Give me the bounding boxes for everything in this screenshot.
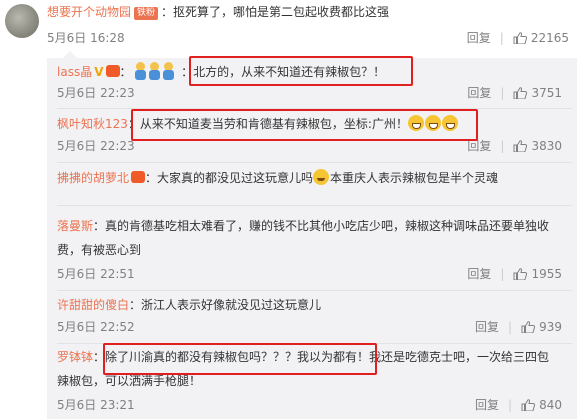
reply-meta-6: 5月6日 23:21 回复 | 840 <box>57 398 562 412</box>
reply-button[interactable]: 回复 <box>475 320 499 334</box>
reply-item-4: 落曼斯：真的肯德基吃相太难看了，赚的钱不比其他小吃店少吧，辣椒这种调味品还要单独… <box>57 214 572 238</box>
reply-button[interactable]: 回复 <box>467 139 491 153</box>
reply-time: 5月6日 22:52 <box>57 320 135 334</box>
reply-button[interactable]: 回复 <box>467 267 491 281</box>
reply-username[interactable]: 拂拂的胡萝北 <box>57 171 129 185</box>
like-count: 1955 <box>531 267 562 281</box>
thumbs-up-icon <box>521 321 536 333</box>
thumbs-up-icon <box>513 140 528 152</box>
reply-button[interactable]: 回复 <box>467 31 491 45</box>
figure-emoji-icon <box>149 62 161 80</box>
crown-icon <box>105 65 120 77</box>
reply-item-5: 许甜甜的傻白：浙江人表示好像就没见过这玩意儿 <box>57 293 572 317</box>
avatar[interactable] <box>5 4 39 38</box>
reply-username[interactable]: 枫叶知秋123 <box>57 117 128 131</box>
divider <box>57 205 572 206</box>
main-comment-username[interactable]: 想要开个动物园 <box>47 5 131 19</box>
like-button[interactable]: 1955 <box>513 267 562 281</box>
like-count: 840 <box>539 398 562 412</box>
divider <box>57 162 572 163</box>
reply-text: ：大家真的都没见过这玩意儿吗 <box>145 171 314 185</box>
reply-username[interactable]: 落曼斯 <box>57 219 93 233</box>
smile-emoji-icon <box>313 169 330 185</box>
highlight-box <box>189 56 413 86</box>
thumbs-up-icon <box>513 268 528 280</box>
reply-button[interactable]: 回复 <box>475 398 499 412</box>
reply-time: 5月6日 22:23 <box>57 86 135 100</box>
reply-username[interactable]: lass晶 <box>57 65 92 79</box>
reply-meta-4: 5月6日 22:51 回复 | 1955 <box>57 267 562 281</box>
reply-username[interactable]: 许甜甜的傻白 <box>57 298 129 312</box>
reply-text-continued: 费，有被恶心到 <box>57 243 142 257</box>
reply-text: ：真的肯德基吃相太难看了，赚的钱不比其他小吃店少吧，辣椒这种调味品还要单独收 <box>93 219 550 233</box>
reply-text: ：浙江人表示好像就没见过这玩意儿 <box>129 298 322 312</box>
thumbs-up-icon <box>521 399 536 411</box>
figure-emoji-icon <box>135 62 147 80</box>
reply-time: 5月6日 23:21 <box>57 398 135 412</box>
reply-item-4-cont: 费，有被恶心到 <box>57 238 572 262</box>
figure-emoji-icon <box>163 62 175 80</box>
main-comment-text: ：抠死算了，哪怕是第二包起收费都比这强 <box>161 5 390 19</box>
reply-panel-pointer <box>63 51 77 58</box>
crown-icon <box>131 171 146 183</box>
main-comment-time: 5月6日 16:28 <box>47 31 125 45</box>
reply-text-continued: 辣椒包，可以洒满手枪腿！ <box>57 374 202 388</box>
reply-time: 5月6日 22:51 <box>57 267 135 281</box>
main-comment-line: 想要开个动物园 铁粉 ：抠死算了，哪怕是第二包起收费都比这强 <box>47 0 389 24</box>
like-count: 3751 <box>531 86 562 100</box>
fan-badge[interactable]: 铁粉 <box>134 7 159 20</box>
like-count: 3830 <box>531 139 562 153</box>
reply-text-continued: 本重庆人表示辣椒包是半个灵魂 <box>330 171 499 185</box>
reply-button[interactable]: 回复 <box>467 86 491 100</box>
thumbs-up-icon <box>513 32 527 44</box>
like-button[interactable]: 3830 <box>513 139 562 153</box>
reply-username[interactable]: 罗钵钵 <box>57 350 93 364</box>
like-button[interactable]: 840 <box>521 398 562 412</box>
like-count: 939 <box>539 320 562 334</box>
divider <box>57 290 572 291</box>
like-button[interactable]: 939 <box>521 320 562 334</box>
highlight-box <box>103 343 377 375</box>
like-button[interactable]: 22165 <box>513 31 569 45</box>
reply-meta-5: 5月6日 22:52 回复 | 939 <box>57 320 562 334</box>
highlight-box <box>131 109 478 141</box>
like-count: 22165 <box>530 31 569 45</box>
thumbs-up-icon <box>513 87 528 99</box>
reply-time: 5月6日 22:23 <box>57 139 135 153</box>
like-button[interactable]: 3751 <box>513 86 562 100</box>
reply-item-3: 拂拂的胡萝北 ：大家真的都没见过这玩意儿吗 本重庆人表示辣椒包是半个灵魂 <box>57 166 572 190</box>
